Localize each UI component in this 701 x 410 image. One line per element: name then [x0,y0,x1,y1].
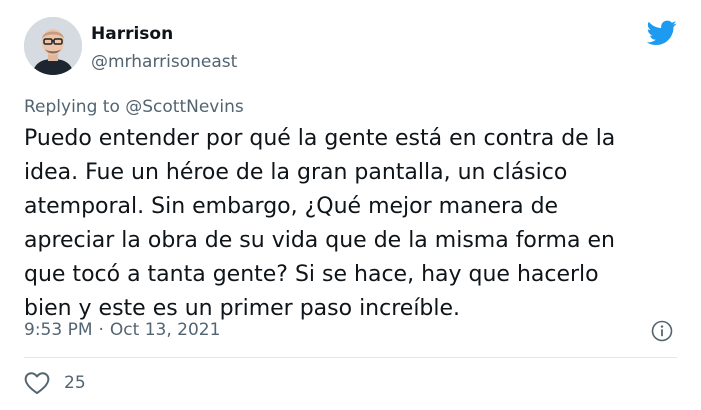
twitter-bird-icon[interactable] [647,20,677,46]
divider [24,357,677,358]
heart-icon [24,372,50,395]
replying-to-label: Replying to [24,97,120,117]
meta-separator: · [98,320,104,340]
tweet-date: Oct 13, 2021 [109,320,221,340]
like-button[interactable]: 25 [24,371,86,395]
tweet-card: Harrison @mrharrisoneast Replying to @Sc… [0,0,701,410]
reply-mention-link[interactable]: @ScottNevins [125,97,243,117]
tweet-timestamp[interactable]: 9:53 PM · Oct 13, 2021 [24,320,220,340]
author-handle[interactable]: @mrharrisoneast [91,52,237,72]
author-name[interactable]: Harrison [91,24,173,44]
avatar[interactable] [24,17,82,75]
tweet-time: 9:53 PM [24,320,93,340]
info-icon[interactable] [651,320,673,342]
like-count: 25 [64,373,86,393]
replying-to: Replying to @ScottNevins [24,97,244,117]
tweet-text: Puedo entender por qué la gente está en … [24,126,616,321]
avatar-image [24,17,82,75]
